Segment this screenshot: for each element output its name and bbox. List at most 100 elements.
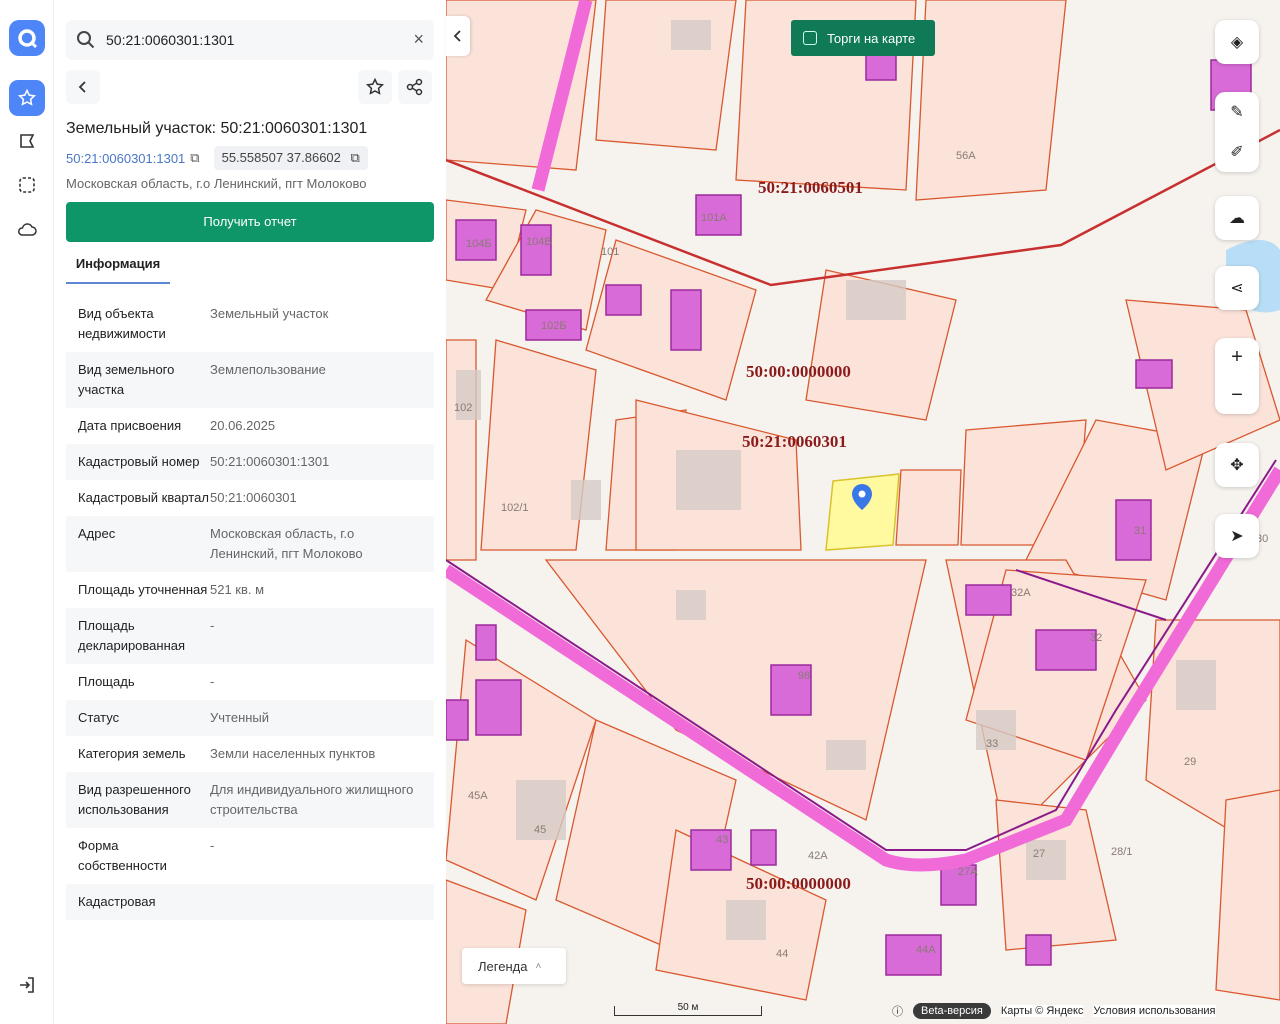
cadastral-number-link[interactable]: 50:21:0060301:1301 [66,151,185,166]
layers-icon: ◈ [1230,34,1244,51]
house-number: 45А [468,790,488,802]
info-key: Площадь уточненная [78,582,208,597]
info-value: Для индивидуального жилищного строительс… [210,782,414,817]
geolocation-button[interactable]: ➤ [1215,514,1259,558]
info-key: Площадь декларированная [78,618,186,653]
info-key: Дата присвоения [78,418,182,433]
info-row: Вид объекта недвижимости Земельный участо… [66,296,434,352]
info-key: Вид земельного участка [78,362,175,397]
search-input[interactable]: 50:21:0060301:1301 × [66,20,434,60]
move-icon: ✥ [1230,457,1244,474]
cloud-icon[interactable] [9,211,45,247]
info-key: Категория земель [78,746,186,761]
search-value: 50:21:0060301:1301 [106,32,235,48]
info-value: - [210,618,215,633]
navigation-arrow-icon: ➤ [1230,528,1244,545]
collapse-panel-button[interactable] [446,16,470,56]
house-number: 101 [601,246,620,258]
info-value: 20.06.2025 [210,418,276,433]
select-area-icon[interactable] [9,167,45,203]
beta-badge: Beta-версия [913,1003,991,1019]
object-panel: 50:21:0060301:1301 × Земельный участок: … [54,0,446,1024]
zoom-in-icon[interactable]: + [1231,346,1243,369]
copy-icon[interactable]: ⧉ [351,150,360,165]
legend-label: Легенда [478,958,528,974]
app-logo[interactable] [9,20,45,56]
left-rail [0,0,54,1024]
info-row: Статус Учтенный [66,700,434,736]
edit-icon[interactable]: ✐ [1230,142,1243,162]
tab-information[interactable]: Информация [66,254,170,284]
house-number: 102Б [541,320,567,332]
share-icon: ⋖ [1230,280,1244,297]
info-row: Адрес Московская область, г.о Ленинский, … [66,516,434,572]
house-number: 44А [916,944,936,956]
info-key: Адрес [78,526,116,541]
info-key: Кадастровая [78,894,156,909]
info-key: Вид объекта недвижимости [78,306,166,341]
favorites-star-icon[interactable] [9,80,45,116]
auctions-toggle[interactable]: Торги на карте [791,20,935,56]
info-value: - [210,838,215,853]
info-value: Учтенный [210,710,270,725]
cadastral-label: 50:21:0060301 [742,432,847,451]
pan-button[interactable]: ✥ [1215,443,1259,487]
ruler-icon[interactable]: ✎ [1230,102,1243,122]
scale-bar: 50 м [614,1002,762,1016]
info-icon[interactable]: ⓘ [892,1003,903,1019]
house-number: 27 [1033,848,1046,860]
info-row: Вид разрешенного использования Для индиви… [66,772,434,828]
chevron-up-icon: ˄ [535,960,542,972]
info-row: Категория земель Земли населенных пунктов [66,736,434,772]
house-number: 104В [526,236,552,248]
share-icon[interactable] [398,70,432,104]
cadastral-label: 50:00:0000000 [746,874,851,893]
info-value: Землепользование [210,362,326,377]
cadastral-map[interactable]: 50:21:0060501 50:00:0000000 50:21:006030… [446,0,1280,1024]
legend-button[interactable]: Легенда ˄ [462,948,566,984]
clear-search-icon[interactable]: × [413,30,424,48]
info-table: Вид объекта недвижимости Земельный участо… [66,296,434,920]
house-number: 33 [986,738,999,750]
info-row: Форма собственности - [66,828,434,884]
login-icon[interactable] [9,967,45,1003]
house-number: 32 [1090,632,1103,644]
info-key: Статус [78,710,120,725]
back-button[interactable] [66,70,100,104]
info-key: Кадастровый номер [78,454,200,469]
share-map-button[interactable]: ⋖ [1215,266,1259,310]
coordinates-chip[interactable]: 55.558507 37.86602 ⧉ [213,146,368,170]
house-number: 101А [701,212,727,224]
house-number: 42А [808,850,828,862]
zoom-out-icon[interactable]: − [1231,384,1243,407]
info-row: Площадь - [66,664,434,700]
layers-button[interactable]: ◈ [1215,20,1259,64]
house-number: 102/1 [501,502,529,514]
info-value: 50:21:0060301 [210,490,297,505]
coordinates-value: 55.558507 37.86602 [221,150,341,165]
draw-tools: ✎ ✐ [1215,92,1259,172]
info-key: Площадь [78,674,135,689]
house-number: 32А [1011,587,1031,599]
info-key: Вид разрешенного использования [78,782,191,817]
copy-icon[interactable]: ⧉ [190,150,199,166]
info-key: Кадастровый квартал [78,490,209,505]
info-row: Кадастровый квартал 50:21:0060301 [66,480,434,516]
cloud-upload-icon: ☁ [1229,210,1245,227]
favorite-star-icon[interactable] [358,70,392,104]
copyright[interactable]: Карты © Яндекс [1000,1005,1084,1017]
scale-label: 50 м [677,1002,699,1013]
get-report-button[interactable]: Получить отчет [66,202,434,242]
house-number: 98 [798,670,811,682]
checkbox[interactable] [803,31,817,45]
map-layer [446,0,1280,1024]
auctions-label: Торги на карте [827,30,916,46]
house-number: 29 [1184,756,1197,768]
polygon-tool-icon[interactable] [9,123,45,159]
terms-link[interactable]: Условия использования [1093,1005,1216,1017]
info-value: Земли населенных пунктов [210,746,376,761]
house-number: 104Б [466,238,492,250]
info-row: Вид земельного участка Землепользование [66,352,434,408]
upload-button[interactable]: ☁ [1215,196,1259,240]
info-value: - [210,674,215,689]
